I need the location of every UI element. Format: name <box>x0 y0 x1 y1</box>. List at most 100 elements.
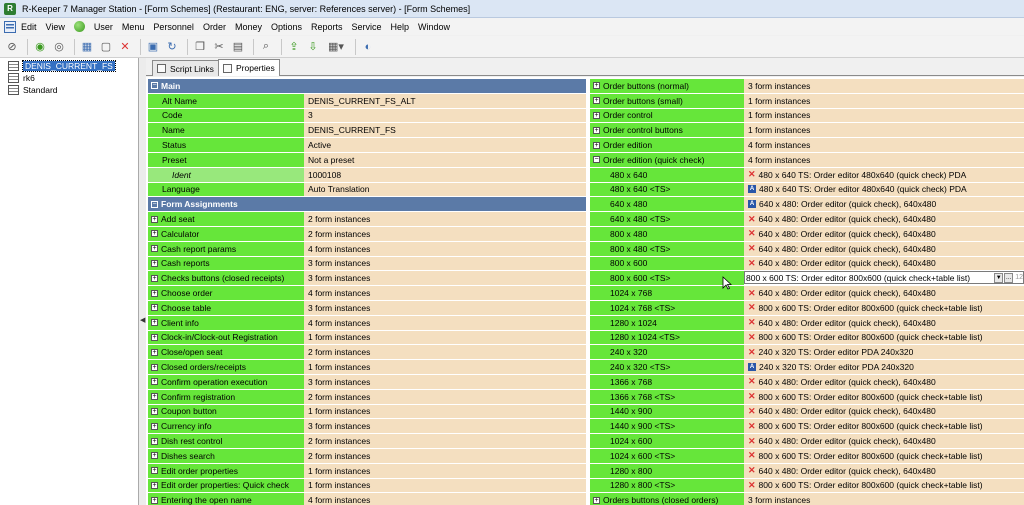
property-row[interactable]: 800 x 480 <TS> ✕ 640 x 480: Order editor (… <box>590 241 1024 257</box>
property-row[interactable]: + Coupon button 1 form instances <box>148 404 586 420</box>
property-value[interactable]: 1 form instances <box>304 360 586 374</box>
property-row[interactable]: Preset Not a preset <box>148 153 586 168</box>
property-value[interactable]: 3 form instances <box>304 419 586 434</box>
expand-icon[interactable]: + <box>151 496 158 504</box>
expand-icon[interactable]: + <box>593 126 600 134</box>
menu-order[interactable]: Order <box>203 22 226 32</box>
property-row[interactable]: Alt Name DENIS_CURRENT_FS_ALT <box>148 93 586 109</box>
property-value[interactable]: 2 form instances <box>304 449 586 463</box>
menu-reports[interactable]: Reports <box>311 22 343 32</box>
expand-icon[interactable]: + <box>593 97 600 105</box>
property-row[interactable]: 640 x 480 <TS> ✕ 640 x 480: Order editor (… <box>590 212 1024 227</box>
save-icon[interactable]: ▣ <box>145 39 161 55</box>
property-row[interactable]: + Dish rest control 2 form instances <box>148 434 586 449</box>
property-value[interactable]: A 240 x 320 TS: Order editor PDA 240x320 <box>744 360 1024 374</box>
property-value[interactable]: ✕ 640 x 480: Order editor (quick check), … <box>744 286 1024 300</box>
property-value[interactable]: DENIS_CURRENT_FS <box>304 123 586 138</box>
menu-edit[interactable]: Edit <box>21 22 37 32</box>
property-row[interactable]: + Choose order 4 form instances <box>148 286 586 301</box>
property-row[interactable]: + Order control buttons 1 form instances <box>590 123 1024 139</box>
property-row[interactable]: 640 x 480 A 640 x 480: Order editor (quick… <box>590 197 1024 213</box>
property-row[interactable]: 1366 x 768 ✕ 640 x 480: Order editor (quic… <box>590 375 1024 390</box>
property-value[interactable]: ✕ 640 x 480: Order editor (quick check), … <box>744 404 1024 419</box>
property-value[interactable]: Auto Translation <box>304 182 586 197</box>
property-value[interactable]: A 480 x 640 TS: Order editor 480x640 (qui… <box>744 182 1024 197</box>
property-value[interactable]: 1 form instances <box>744 93 1024 108</box>
expand-icon[interactable]: + <box>593 141 600 149</box>
expand-icon[interactable]: + <box>151 452 158 460</box>
property-row[interactable]: 480 x 640 <TS> A 480 x 640 TS: Order edito… <box>590 182 1024 198</box>
property-row[interactable]: 800 x 600 <TS> 800 x 600 TS: Order editor… <box>590 271 1024 287</box>
property-row[interactable]: 240 x 320 ✕ 240 x 320 TS: Order editor PDA… <box>590 345 1024 361</box>
expand-icon[interactable]: + <box>151 333 158 341</box>
property-row[interactable]: 1440 x 900 ✕ 640 x 480: Order editor (quic… <box>590 404 1024 420</box>
cut-icon[interactable]: ✂ <box>211 39 227 55</box>
property-row[interactable]: + Order control 1 form instances <box>590 108 1024 124</box>
property-value[interactable]: 1 form instances <box>304 463 586 478</box>
menu-menu[interactable]: Menu <box>122 22 145 32</box>
property-value[interactable]: ✕ 640 x 480: Order editor (quick check), … <box>744 463 1024 478</box>
new-window-icon[interactable]: ▦ <box>79 39 95 55</box>
collapse-icon[interactable]: − <box>151 82 158 90</box>
search-icon[interactable]: ⌕ <box>258 39 274 55</box>
expand-icon[interactable]: + <box>151 467 158 475</box>
property-value[interactable]: 1000108 <box>304 167 586 182</box>
import-icon[interactable]: ⇩ <box>305 39 321 55</box>
property-value[interactable]: ✕ 640 x 480: Order editor (quick check), … <box>744 434 1024 448</box>
property-value[interactable]: ✕ 800 x 600 TS: Order editor 800x600 (qui… <box>744 330 1024 345</box>
property-value[interactable]: 2 form instances <box>304 345 586 360</box>
property-value[interactable]: 1 form instances <box>304 404 586 419</box>
delete-icon[interactable]: ✕ <box>117 39 133 55</box>
property-row[interactable]: + Confirm registration 2 form instances <box>148 389 586 405</box>
expand-icon[interactable]: + <box>593 496 600 504</box>
property-row[interactable]: Name DENIS_CURRENT_FS <box>148 123 586 139</box>
expand-icon[interactable]: + <box>151 378 158 386</box>
property-value[interactable]: ✕ 800 x 600 TS: Order editor 800x600 (qui… <box>744 419 1024 434</box>
menu-options[interactable]: Options <box>271 22 302 32</box>
disabled-icon[interactable]: ⊘ <box>4 39 20 55</box>
paste-icon[interactable]: ▤ <box>230 39 246 55</box>
property-row[interactable]: + Edit order properties: Quick check 1 for… <box>148 478 586 494</box>
property-row[interactable]: + Order buttons (small) 1 form instances <box>590 93 1024 109</box>
property-value[interactable]: 3 form instances <box>304 375 586 389</box>
property-row[interactable]: Status Active <box>148 138 586 153</box>
collapse-icon[interactable]: − <box>151 200 158 208</box>
property-value[interactable]: ✕ 640 x 480: Order editor (quick check), … <box>744 212 1024 226</box>
property-row[interactable]: 1280 x 800 <TS> ✕ 800 x 600 TS: Order edit… <box>590 478 1024 494</box>
property-row[interactable]: + Cash report params 4 form instances <box>148 241 586 257</box>
expand-icon[interactable]: + <box>151 289 158 297</box>
tree-item[interactable]: rk6 <box>8 72 35 84</box>
expand-icon[interactable]: + <box>151 230 158 238</box>
collapse-arrow-icon[interactable]: ◀ <box>140 316 145 324</box>
property-row[interactable]: + Cash reports 3 form instances <box>148 256 586 272</box>
property-row[interactable]: + Closed orders/receipts 1 form instances <box>148 360 586 375</box>
property-value[interactable]: 2 form instances <box>304 434 586 448</box>
property-value[interactable]: ✕ 800 x 600 TS: Order editor 800x600 (qui… <box>744 389 1024 404</box>
property-value[interactable]: 2 form instances <box>304 212 586 226</box>
property-row[interactable]: + Add seat 2 form instances <box>148 212 586 227</box>
property-value[interactable]: 800 x 600 TS: Order editor 800x600 (quic… <box>744 271 1024 285</box>
tab-script-links[interactable]: Script Links <box>152 60 219 76</box>
expand-icon[interactable]: + <box>151 304 158 312</box>
expand-icon[interactable]: + <box>593 111 600 119</box>
ellipsis-button[interactable]: … <box>1004 272 1014 283</box>
property-value[interactable]: ✕ 240 x 320 TS: Order editor PDA 240x320 <box>744 345 1024 360</box>
property-row[interactable]: + Close/open seat 2 form instances <box>148 345 586 361</box>
property-value[interactable]: DENIS_CURRENT_FS_ALT <box>304 93 586 108</box>
refresh-icon[interactable]: ↻ <box>164 39 180 55</box>
category-row[interactable]: − Main <box>148 79 586 94</box>
property-row[interactable]: 800 x 480 ✕ 640 x 480: Order editor (quick… <box>590 227 1024 242</box>
property-row[interactable]: Code 3 <box>148 108 586 124</box>
property-value[interactable]: 4 form instances <box>304 286 586 300</box>
property-value[interactable]: 1 form instances <box>744 123 1024 138</box>
property-row[interactable]: 1024 x 600 <TS> ✕ 800 x 600 TS: Order edit… <box>590 449 1024 464</box>
property-value[interactable]: 4 form instances <box>304 315 586 330</box>
property-value[interactable]: 2 form instances <box>304 227 586 241</box>
menu-help[interactable]: Help <box>391 22 410 32</box>
property-row[interactable]: Language Auto Translation <box>148 182 586 198</box>
menu-service[interactable]: Service <box>352 22 382 32</box>
collapse-icon[interactable]: − <box>593 156 600 164</box>
property-value[interactable]: 1 form instances <box>744 108 1024 123</box>
property-row[interactable]: + Order buttons (normal) 3 form instances <box>590 79 1024 94</box>
property-row[interactable]: + Currency info 3 form instances <box>148 419 586 435</box>
